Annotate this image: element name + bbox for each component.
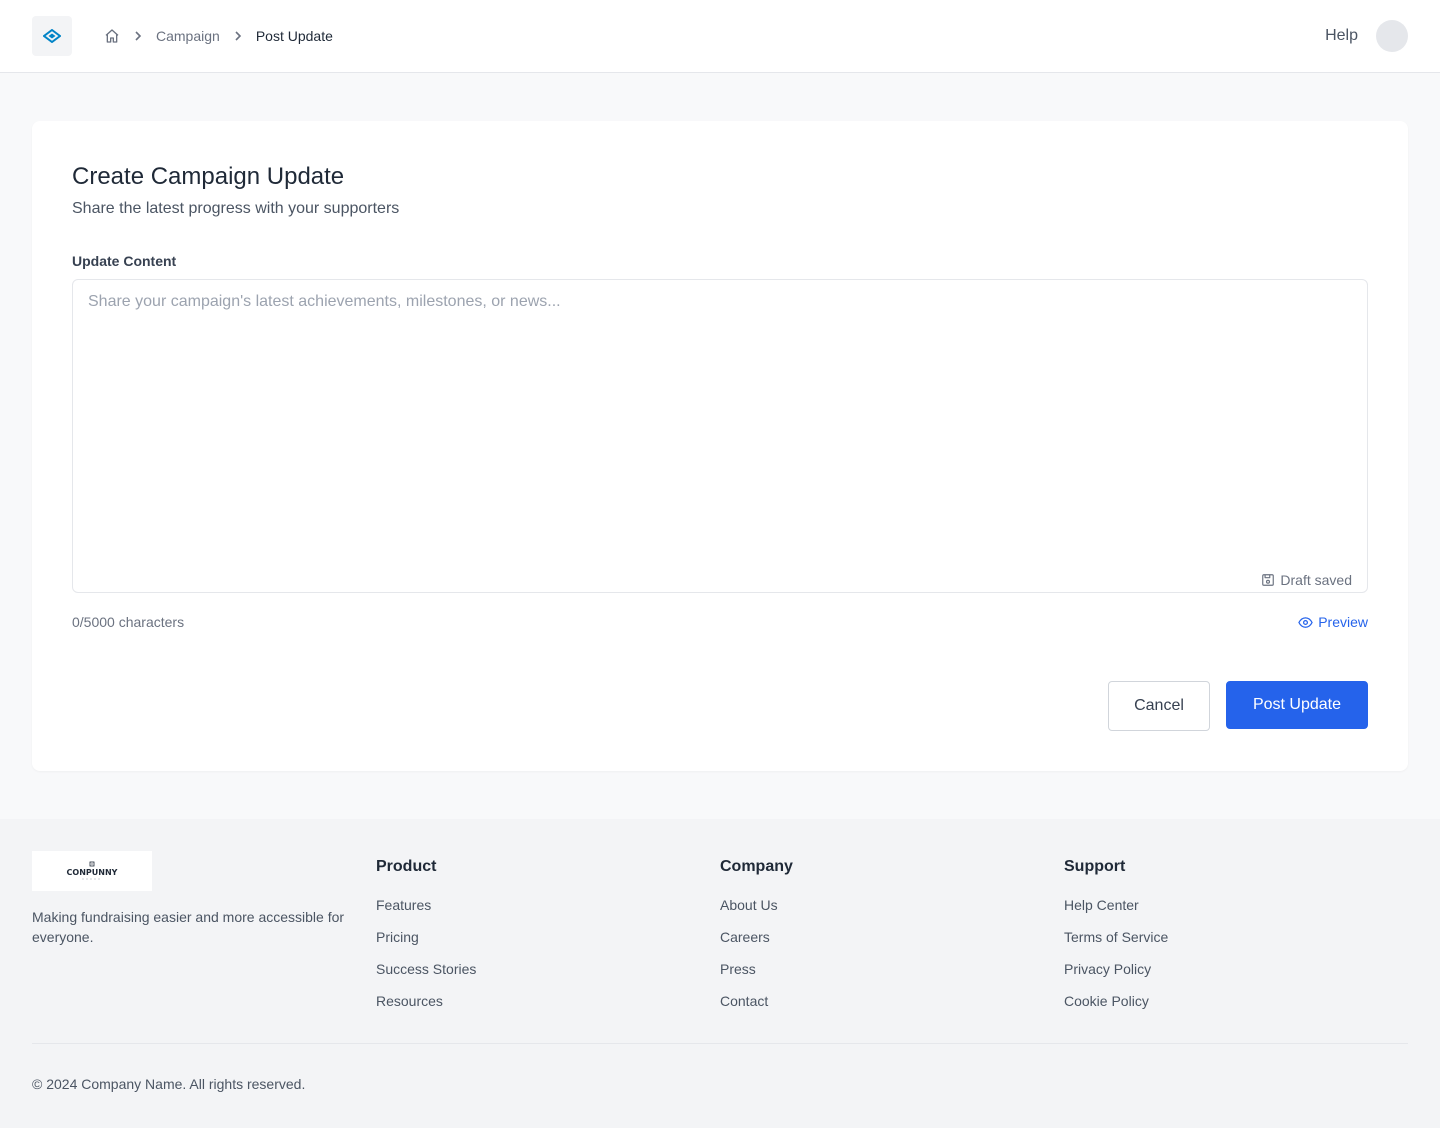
draft-status-text: Draft saved <box>1280 572 1352 588</box>
preview-button[interactable]: Preview <box>1298 614 1368 630</box>
preview-label: Preview <box>1318 614 1368 630</box>
footer-tagline: Making fundraising easier and more acces… <box>32 909 345 945</box>
footer-column-company: Company About Us Careers Press Contact <box>720 851 1064 1023</box>
footer-divider <box>32 1043 1408 1044</box>
main-content: Create Campaign Update Share the latest … <box>0 73 1440 819</box>
form-actions: Cancel Post Update <box>1108 681 1368 731</box>
update-content-label: Update Content <box>72 253 177 269</box>
footer-column-product: Product Features Pricing Success Stories… <box>376 851 720 1023</box>
breadcrumb: Campaign Post Update <box>104 28 333 44</box>
breadcrumb-home[interactable] <box>104 28 120 44</box>
editor-wrapper: Draft saved <box>72 279 1368 598</box>
site-footer: CONPUNNY Making fundraising easier and m… <box>0 819 1440 1128</box>
top-navigation-bar: Campaign Post Update Help <box>0 0 1440 73</box>
footer-link[interactable]: Resources <box>376 991 720 1011</box>
home-icon <box>105 29 119 43</box>
cancel-button[interactable]: Cancel <box>1108 681 1210 731</box>
footer-link[interactable]: Help Center <box>1064 895 1408 915</box>
footer-link[interactable]: Press <box>720 959 1064 979</box>
company-logo[interactable]: CONPUNNY <box>32 851 152 891</box>
diamond-logo-icon <box>43 29 61 43</box>
footer-link[interactable]: Careers <box>720 927 1064 947</box>
footer-links: About Us Careers Press Contact <box>720 895 1064 1011</box>
app-logo[interactable] <box>32 16 72 56</box>
footer-links: Features Pricing Success Stories Resourc… <box>376 895 720 1011</box>
save-icon <box>1262 574 1275 586</box>
copyright-text: © 2024 Company Name. All rights reserved… <box>32 1076 306 1092</box>
breadcrumb-post-update: Post Update <box>255 28 333 44</box>
draft-status: Draft saved <box>1261 572 1352 588</box>
footer-column-support: Support Help Center Terms of Service Pri… <box>1064 851 1408 1023</box>
breadcrumb-campaign[interactable]: Campaign <box>156 28 220 44</box>
chevron-right-icon <box>232 30 244 42</box>
footer-heading: Product <box>376 858 437 875</box>
page-subtitle: Share the latest progress with your supp… <box>72 200 400 217</box>
footer-link[interactable]: About Us <box>720 895 1064 915</box>
character-count: 0/5000 characters <box>72 614 185 630</box>
footer-brand: CONPUNNY Making fundraising easier and m… <box>32 851 376 1023</box>
update-form-card: Create Campaign Update Share the latest … <box>32 121 1408 771</box>
post-update-button[interactable]: Post Update <box>1226 681 1368 729</box>
avatar[interactable] <box>1376 20 1408 52</box>
footer-heading: Support <box>1064 858 1126 875</box>
footer-link[interactable]: Success Stories <box>376 959 720 979</box>
update-content-textarea[interactable] <box>72 279 1368 593</box>
editor-meta-row: 0/5000 characters Preview <box>72 614 1368 630</box>
footer-columns: CONPUNNY Making fundraising easier and m… <box>32 851 1408 1023</box>
footer-link[interactable]: Terms of Service <box>1064 927 1408 947</box>
chevron-right-icon <box>132 30 144 42</box>
footer-heading: Company <box>720 858 793 875</box>
footer-link[interactable]: Pricing <box>376 927 720 947</box>
page-title: Create Campaign Update <box>72 163 345 190</box>
svg-text:CONPUNNY: CONPUNNY <box>67 868 118 877</box>
eye-icon <box>1298 616 1313 628</box>
header-actions: Help <box>1325 0 1408 72</box>
footer-link[interactable]: Features <box>376 895 720 915</box>
footer-links: Help Center Terms of Service Privacy Pol… <box>1064 895 1408 1011</box>
footer-link[interactable]: Privacy Policy <box>1064 959 1408 979</box>
help-link[interactable]: Help <box>1325 27 1358 45</box>
footer-link[interactable]: Cookie Policy <box>1064 991 1408 1011</box>
company-logo-image: CONPUNNY <box>67 861 118 880</box>
footer-link[interactable]: Contact <box>720 991 1064 1011</box>
